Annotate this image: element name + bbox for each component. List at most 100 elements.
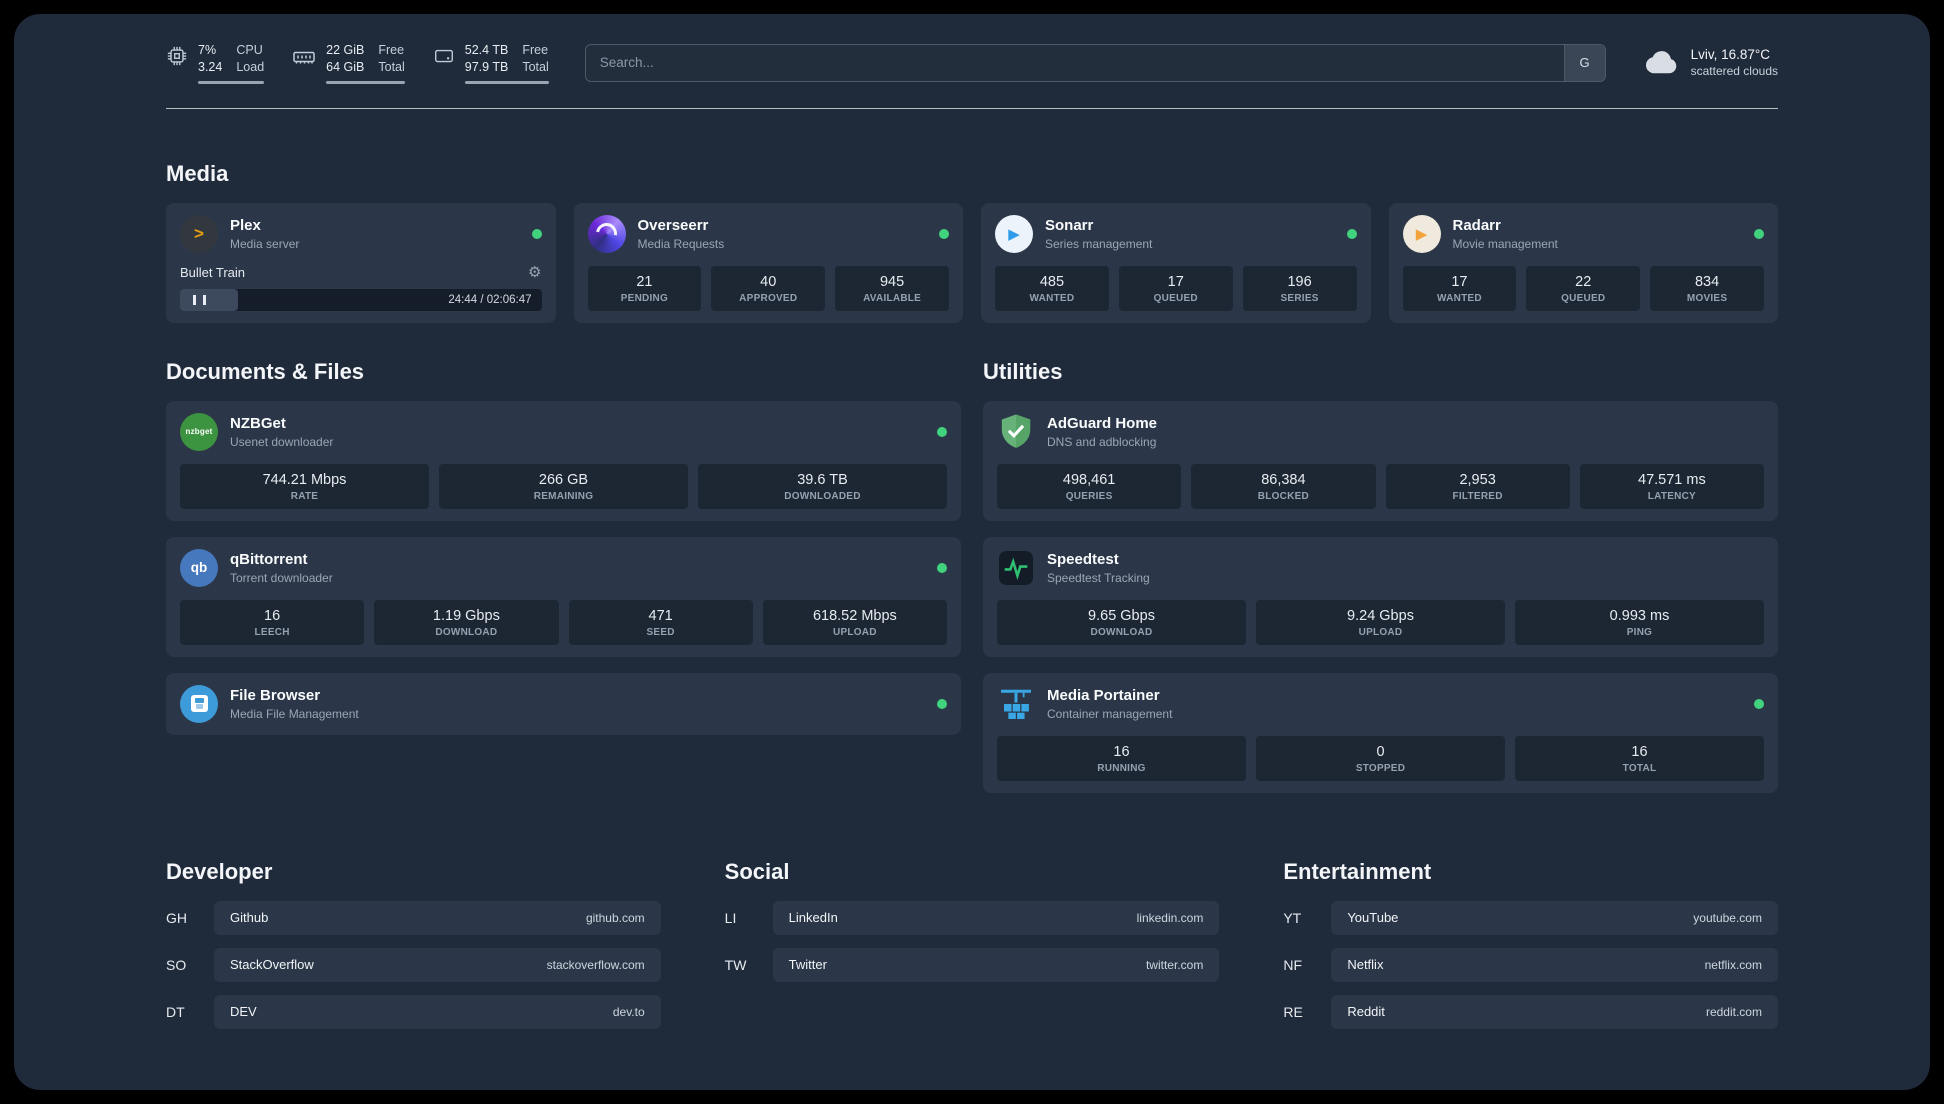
memory-icon [293, 51, 315, 64]
documents-column: Documents & Files nzbget NZBGet Usenet d… [166, 359, 961, 735]
cpu-widget: 7% 3.24 CPU Load [166, 42, 265, 84]
service-desc: Media server [230, 236, 300, 251]
stat-tile: 471 SEED [568, 599, 753, 645]
stat-value: 196 [1287, 273, 1312, 290]
gear-icon[interactable]: ⚙ [528, 265, 541, 280]
stat-tile: 16 LEECH [180, 599, 365, 645]
stat-value: 16 [264, 607, 281, 624]
service-card-radarr[interactable]: ▶ Radarr Movie management 17 WANTED 22 QUE… [1388, 202, 1778, 323]
bookmark-link-linkedin[interactable]: LinkedIn linkedin.com [772, 900, 1220, 935]
stat-label: REMAINING [533, 490, 594, 502]
bookmark-link-stackoverflow[interactable]: StackOverflow stackoverflow.com [214, 947, 661, 982]
stat-tile: 0 STOPPED [1256, 735, 1505, 781]
bookmark-group-social: Social LI LinkedIn linkedin.com TW Twitt… [725, 859, 1220, 1029]
service-card-speedtest[interactable]: Speedtest Speedtest Tracking 9.65 Gbps DO… [983, 536, 1778, 657]
stat-value: 47.571 ms [1638, 471, 1706, 488]
stat-value: 1.19 Gbps [432, 607, 500, 624]
stat-value: 945 [879, 273, 905, 290]
service-desc: Series management [1045, 236, 1153, 251]
bookmark-url: reddit.com [1705, 1004, 1762, 1019]
stat-value: 17 [1167, 273, 1184, 290]
cpu-load-value: 3.24 [198, 59, 223, 74]
radarr-play-glyph: ▶ [1415, 225, 1428, 243]
bookmark-name: Netflix [1347, 957, 1384, 973]
bookmark-abbr: SO [166, 956, 187, 973]
weather-condition: scattered clouds [1690, 64, 1778, 79]
service-desc: Container management [1047, 706, 1173, 721]
bookmark-name: Reddit [1347, 1004, 1385, 1020]
stat-value: 0 [1376, 743, 1385, 760]
search-provider-button[interactable]: G [1563, 44, 1605, 81]
bookmark-row: SO StackOverflow stackoverflow.com [166, 947, 661, 982]
stat-tile: 16 RUNNING [997, 735, 1246, 781]
stat-tile: 40 APPROVED [711, 265, 826, 311]
service-desc: Movie management [1452, 236, 1558, 251]
disk-free-label: Free [522, 43, 549, 57]
cpu-load-label: Load [236, 59, 265, 74]
disk-usage-bar [464, 80, 549, 84]
stat-tile: 834 MOVIES [1650, 265, 1764, 311]
stat-value: 2,953 [1459, 471, 1496, 488]
service-desc: Media File Management [230, 706, 359, 721]
stat-label: LATENCY [1647, 490, 1696, 502]
bookmark-row: DT DEV dev.to [166, 994, 661, 1029]
bookmark-group-entertainment: Entertainment YT YouTube youtube.com NF … [1283, 859, 1778, 1029]
stat-tile: 22 QUEUED [1526, 265, 1641, 311]
bookmark-abbr: LI [724, 909, 737, 926]
bookmark-name: DEV [230, 1004, 257, 1020]
stat-label: STOPPED [1355, 762, 1406, 774]
stat-tile: 9.24 Gbps UPLOAD [1256, 599, 1505, 645]
service-card-qbittorrent[interactable]: qb qBittorrent Torrent downloader 16 LEEC… [166, 536, 961, 657]
weather-widget: Lviv, 16.87°C scattered clouds [1642, 47, 1778, 78]
stat-tile: 86,384 BLOCKED [1191, 463, 1376, 509]
section-title-documents: Documents & Files [166, 358, 365, 384]
memory-free-value: 22 GiB [326, 43, 365, 57]
search-bar: G [584, 43, 1606, 82]
playback-progress-bar[interactable]: 24:44 / 02:06:47 [180, 288, 542, 311]
bookmark-name: Twitter [788, 957, 827, 973]
search-input[interactable] [585, 44, 1564, 81]
section-title-utilities: Utilities [983, 358, 1063, 384]
service-name: Sonarr [1045, 216, 1094, 234]
service-card-sonarr[interactable]: ▶ Sonarr Series management 485 WANTED 17 Q… [981, 202, 1371, 323]
stat-label: UPLOAD [1358, 626, 1403, 638]
bookmark-abbr: YT [1283, 909, 1302, 926]
service-card-overseerr[interactable]: Overseerr Media Requests 21 PENDING 40 APP… [573, 202, 963, 323]
bookmark-name: YouTube [1347, 910, 1399, 926]
bookmark-link-twitter[interactable]: Twitter twitter.com [772, 947, 1220, 982]
sonarr-icon: ▶ [995, 214, 1033, 253]
bookmark-url: youtube.com [1693, 910, 1762, 925]
bookmark-link-dev[interactable]: DEV dev.to [214, 994, 661, 1029]
service-name: Speedtest [1047, 550, 1119, 568]
pause-button[interactable] [193, 294, 206, 305]
bookmark-row: LI LinkedIn linkedin.com [724, 900, 1220, 935]
stat-tile: 196 SERIES [1242, 265, 1357, 311]
service-card-plex[interactable]: > Plex Media server Bullet Train ⚙ 24:44… [166, 202, 556, 323]
bookmark-url: twitter.com [1145, 957, 1204, 972]
stat-label: WANTED [1029, 292, 1075, 304]
stat-tile: 16 TOTAL [1515, 735, 1764, 781]
bookmark-url: dev.to [612, 1004, 645, 1019]
bookmark-link-youtube[interactable]: YouTube youtube.com [1331, 900, 1778, 935]
service-card-portainer[interactable]: Media Portainer Container management 16 R… [983, 672, 1778, 793]
weather-location: Lviv, 16.87°C [1690, 47, 1771, 63]
stat-label: TOTAL [1622, 762, 1657, 774]
cpu-usage-bar [198, 80, 265, 84]
service-card-filebrowser[interactable]: File Browser Media File Management [166, 672, 961, 735]
service-card-nzbget[interactable]: nzbget NZBGet Usenet downloader 744.21 M… [166, 400, 961, 521]
bookmark-link-netflix[interactable]: Netflix netflix.com [1331, 947, 1778, 982]
portainer-icon [997, 685, 1035, 723]
bookmark-link-reddit[interactable]: Reddit reddit.com [1331, 994, 1778, 1029]
stat-tile: 9.65 Gbps DOWNLOAD [997, 599, 1246, 645]
nzbget-icon: nzbget [180, 412, 218, 451]
service-desc: DNS and adblocking [1047, 434, 1157, 449]
disk-total-value: 97.9 TB [464, 59, 509, 74]
service-card-adguard[interactable]: AdGuard Home DNS and adblocking 498,461 Q… [983, 400, 1778, 521]
bookmark-link-github[interactable]: Github github.com [214, 900, 661, 935]
disk-widget: 52.4 TB 97.9 TB Free Total [433, 42, 549, 84]
bookmark-row: RE Reddit reddit.com [1283, 994, 1778, 1029]
overseerr-icon [587, 214, 626, 253]
stat-value: 86,384 [1261, 471, 1306, 488]
stat-tile: 39.6 TB DOWNLOADED [698, 463, 947, 509]
section-title-social: Social [724, 858, 790, 884]
